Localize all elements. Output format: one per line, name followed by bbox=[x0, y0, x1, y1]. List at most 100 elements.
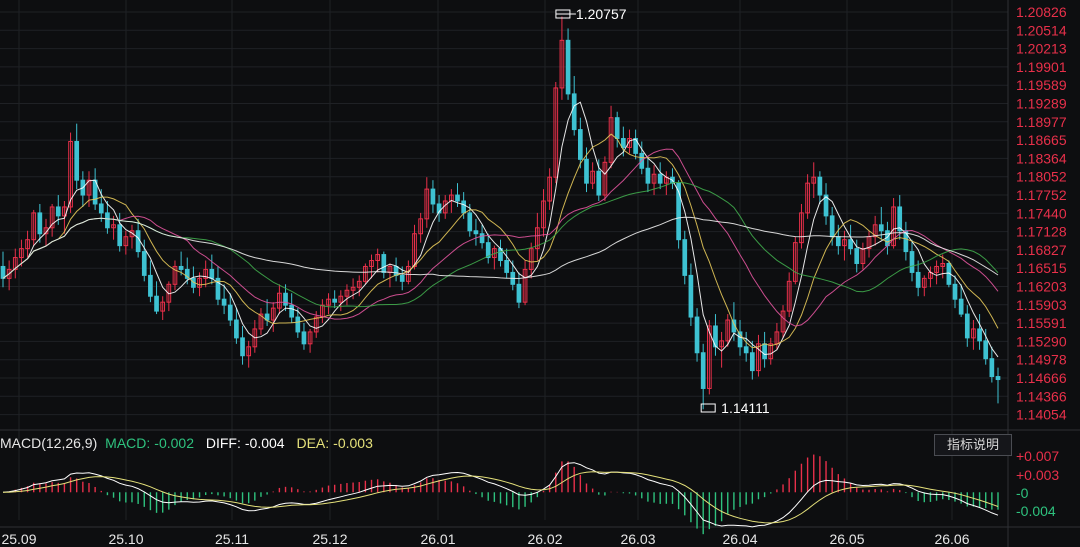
candle bbox=[565, 28, 571, 100]
candle bbox=[645, 156, 651, 193]
candle bbox=[713, 314, 718, 356]
candle bbox=[221, 284, 227, 315]
price-tick-label: 1.20514 bbox=[1016, 22, 1067, 38]
candle-body bbox=[479, 233, 485, 244]
price-tick-label: 1.14054 bbox=[1016, 407, 1067, 423]
candle bbox=[688, 263, 694, 326]
candle bbox=[485, 233, 491, 264]
candle-body bbox=[565, 39, 571, 95]
price-tick-label: 1.19901 bbox=[1016, 59, 1067, 75]
candle bbox=[977, 314, 982, 350]
candle bbox=[516, 272, 522, 309]
candle bbox=[166, 281, 172, 312]
candle-body bbox=[74, 140, 80, 181]
candle bbox=[596, 159, 602, 202]
candle-body bbox=[657, 173, 663, 184]
price-tick-label: 1.15591 bbox=[1016, 315, 1067, 331]
candle bbox=[811, 162, 817, 199]
candle-body bbox=[301, 331, 307, 345]
candle bbox=[805, 174, 810, 219]
candle-body bbox=[909, 251, 915, 273]
candle bbox=[700, 343, 706, 410]
candle-body bbox=[897, 206, 903, 232]
candle-body bbox=[983, 340, 989, 360]
candle bbox=[375, 248, 381, 273]
candle bbox=[301, 322, 307, 350]
macd-label: MACD: bbox=[105, 435, 151, 451]
candle bbox=[393, 257, 399, 282]
candle-body bbox=[848, 239, 853, 250]
candle bbox=[129, 224, 135, 249]
candle-body bbox=[504, 260, 509, 273]
price-tick-label: 1.17752 bbox=[1016, 187, 1067, 203]
diff-value: -0.004 bbox=[244, 435, 285, 451]
candle bbox=[74, 123, 80, 190]
candle bbox=[971, 320, 976, 350]
chart-canvas: 1.20826 1.20514 1.20213 1.19901 1.19589 1.192… bbox=[0, 0, 1080, 547]
candle bbox=[356, 275, 362, 297]
candle bbox=[498, 239, 503, 267]
candle bbox=[338, 290, 344, 312]
price-tick-label: 1.19589 bbox=[1016, 77, 1067, 93]
price-tick-label: 1.15290 bbox=[1016, 333, 1067, 349]
candle bbox=[246, 340, 252, 368]
time-tick-label: 25.12 bbox=[312, 531, 347, 547]
candle bbox=[602, 156, 608, 202]
candle bbox=[307, 328, 313, 353]
candle-body bbox=[878, 224, 884, 232]
extreme-markers: 1.20757 1.14111 bbox=[555, 6, 770, 416]
candle-body bbox=[817, 176, 823, 196]
candle bbox=[743, 331, 749, 362]
candle-body bbox=[148, 274, 153, 297]
candle bbox=[909, 239, 915, 282]
candle-body bbox=[467, 212, 473, 232]
candle-body bbox=[227, 304, 233, 321]
candle-body bbox=[964, 313, 970, 339]
candle bbox=[160, 296, 166, 321]
candle-body bbox=[240, 337, 245, 357]
candle-body bbox=[584, 158, 589, 184]
ma-line bbox=[2, 148, 999, 327]
low-label: 1.14111 bbox=[721, 400, 770, 416]
candle bbox=[995, 367, 1001, 404]
candle-body bbox=[455, 194, 460, 202]
candle bbox=[799, 203, 804, 249]
candle bbox=[860, 242, 866, 270]
candle bbox=[928, 266, 933, 288]
macd-tick-label: +0.007 bbox=[1016, 448, 1059, 464]
candle-body bbox=[688, 274, 694, 318]
price-tick-label: 1.18665 bbox=[1016, 132, 1067, 148]
candle-body bbox=[98, 203, 104, 214]
candle bbox=[903, 221, 909, 261]
candle-body bbox=[221, 298, 227, 306]
candle bbox=[872, 215, 878, 246]
candle bbox=[504, 248, 509, 279]
candle bbox=[320, 299, 325, 323]
candle bbox=[651, 165, 657, 196]
candle bbox=[989, 346, 995, 383]
candle bbox=[547, 168, 552, 210]
candle-body bbox=[829, 215, 835, 238]
candle bbox=[31, 209, 37, 246]
candle bbox=[473, 218, 479, 246]
candle bbox=[191, 266, 196, 294]
candle-body bbox=[915, 271, 921, 288]
candle bbox=[492, 245, 497, 270]
indicator-explain-button[interactable]: 指标说明 bbox=[934, 434, 1012, 456]
candle bbox=[535, 212, 540, 261]
candle bbox=[670, 168, 675, 190]
candle bbox=[387, 263, 393, 288]
candle bbox=[633, 129, 638, 160]
macd-tick-label: +0.003 bbox=[1016, 467, 1059, 483]
candle-body bbox=[854, 248, 860, 264]
candle bbox=[92, 168, 98, 210]
candle bbox=[369, 254, 374, 279]
diff-label: DIFF: bbox=[205, 435, 241, 451]
time-tick-label: 26.05 bbox=[829, 531, 864, 547]
macd-value: -0.002 bbox=[154, 435, 194, 451]
time-tick-label: 25.11 bbox=[215, 531, 249, 547]
time-tick-label: 26.04 bbox=[722, 531, 757, 547]
candle-body bbox=[743, 346, 749, 354]
macd-legend: MACD(12,26,9) MACD: -0.002 DIFF: -0.004 DE… bbox=[0, 435, 377, 451]
price-tick-label: 1.16515 bbox=[1016, 260, 1067, 276]
